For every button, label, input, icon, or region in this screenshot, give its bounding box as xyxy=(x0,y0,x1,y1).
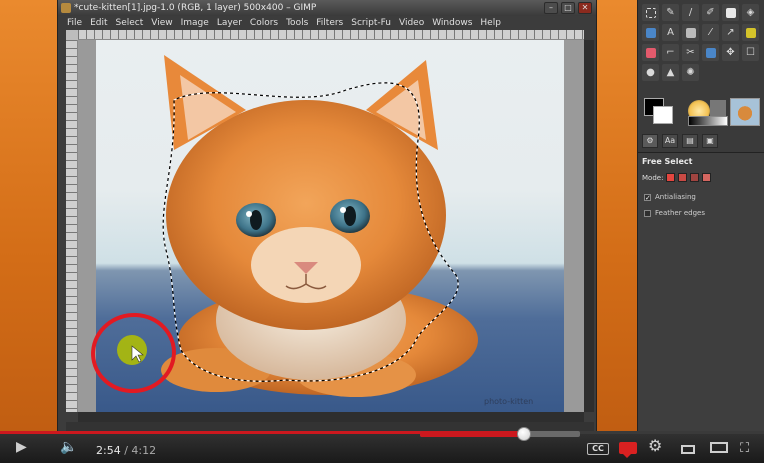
horizontal-ruler[interactable] xyxy=(78,30,584,40)
menu-filters[interactable]: Filters xyxy=(316,16,343,30)
minimize-button[interactable]: – xyxy=(544,2,558,14)
selection-mode-row: Mode: xyxy=(642,173,712,182)
path-tool-icon[interactable] xyxy=(702,44,719,61)
vertical-ruler[interactable] xyxy=(66,40,78,412)
clone-tool-icon[interactable]: ◈ xyxy=(742,4,759,21)
crop-tool-icon[interactable]: ⌐ xyxy=(662,44,679,61)
small-player-icon xyxy=(681,445,695,454)
small-player-button[interactable] xyxy=(681,442,695,458)
text-tool-icon[interactable]: A xyxy=(662,24,679,41)
large-player-icon xyxy=(710,442,728,453)
text-tab-icon[interactable]: Aa xyxy=(662,134,678,148)
feather-edges-option[interactable]: Feather edges xyxy=(644,209,705,217)
captions-button[interactable]: CC xyxy=(587,443,609,455)
window-titlebar[interactable]: *cute-kitten[1].jpg-1.0 (RGB, 1 layer) 5… xyxy=(58,0,596,16)
duration: 4:12 xyxy=(131,444,157,457)
tools-grid: ✎ / ✐ ◈ A ⁄ ↗ ⌐ ✂ ✥ ☐ ● ▲ ✺ xyxy=(642,4,759,81)
mode-label: Mode: xyxy=(642,173,664,182)
menu-layer[interactable]: Layer xyxy=(217,16,242,30)
menu-help[interactable]: Help xyxy=(480,16,501,30)
video-frame[interactable]: *cute-kitten[1].jpg-1.0 (RGB, 1 layer) 5… xyxy=(0,0,764,431)
close-button[interactable]: ✕ xyxy=(578,2,592,14)
mode-intersect-icon[interactable] xyxy=(702,173,712,182)
status-bar xyxy=(66,422,594,431)
time-display: 2:54 / 4:12 xyxy=(96,444,156,457)
background-color-swatch[interactable] xyxy=(653,106,673,124)
vertical-scrollbar[interactable] xyxy=(584,40,594,412)
gimp-toolbox: ✎ / ✐ ◈ A ⁄ ↗ ⌐ ✂ ✥ ☐ ● ▲ ✺ ⚙ Aa ▤ ▣ Fre… xyxy=(637,0,764,431)
fullscreen-icon: ⛶ xyxy=(740,441,750,456)
tool-options-panel: Free Select Mode: ✓ Antialiasing Feather… xyxy=(638,152,764,431)
blend-tool-icon[interactable]: ▲ xyxy=(662,64,679,81)
menu-colors[interactable]: Colors xyxy=(250,16,278,30)
fullscreen-button[interactable]: ⛶ xyxy=(740,440,749,457)
smudge-tool-icon[interactable]: ↗ xyxy=(722,24,739,41)
rect-select-tool-icon[interactable] xyxy=(642,4,659,21)
active-image-thumbnail[interactable] xyxy=(730,98,760,126)
maximize-button[interactable]: □ xyxy=(561,2,575,14)
dock-tabs: ⚙ Aa ▤ ▣ xyxy=(642,134,718,148)
feather-edges-label: Feather edges xyxy=(655,209,705,217)
antialiasing-option[interactable]: ✓ Antialiasing xyxy=(644,193,696,201)
mode-subtract-icon[interactable] xyxy=(690,173,700,182)
menu-file[interactable]: File xyxy=(67,16,82,30)
menu-tools[interactable]: Tools xyxy=(286,16,308,30)
seek-slider[interactable] xyxy=(420,427,580,443)
volume-button[interactable]: 🔈 xyxy=(60,439,77,455)
document-tab-icon[interactable]: ▤ xyxy=(682,134,698,148)
mode-add-icon[interactable] xyxy=(678,173,688,182)
dodge-tool-icon[interactable]: ✺ xyxy=(682,64,699,81)
seek-thumb[interactable] xyxy=(517,427,531,441)
menu-script-fu[interactable]: Script-Fu xyxy=(351,16,391,30)
volume-icon: 🔈 xyxy=(60,439,78,455)
annotations-icon[interactable] xyxy=(619,442,637,458)
pencil-tool-icon[interactable]: ✎ xyxy=(662,4,679,21)
fuzzy-select-tool-icon[interactable] xyxy=(642,44,659,61)
play-button[interactable]: ▶ xyxy=(16,439,27,455)
menu-view[interactable]: View xyxy=(151,16,172,30)
scale-tool-icon[interactable] xyxy=(642,24,659,41)
menu-bar: File Edit Select View Image Layer Colors… xyxy=(58,16,596,30)
menu-video[interactable]: Video xyxy=(399,16,424,30)
gimp-app-icon xyxy=(61,3,71,13)
color-picker-tool-icon[interactable] xyxy=(682,24,699,41)
menu-image[interactable]: Image xyxy=(181,16,209,30)
antialiasing-checkbox[interactable]: ✓ xyxy=(644,193,651,201)
tool-options-title: Free Select xyxy=(642,157,693,166)
window-title: *cute-kitten[1].jpg-1.0 (RGB, 1 layer) 5… xyxy=(74,3,317,13)
paint-tool-icon[interactable]: / xyxy=(682,4,699,21)
color-swatches xyxy=(644,98,684,128)
airbrush-tool-icon[interactable]: ✐ xyxy=(702,4,719,21)
gear-icon: ⚙ xyxy=(648,436,663,455)
current-time: 2:54 xyxy=(96,444,121,457)
heal-tool-icon[interactable] xyxy=(742,24,759,41)
pattern-preview[interactable] xyxy=(710,100,726,116)
large-player-button[interactable] xyxy=(710,441,728,457)
seek-fill xyxy=(420,431,524,437)
bucket-fill-tool-icon[interactable]: ● xyxy=(642,64,659,81)
tool-options-tab-icon[interactable]: ⚙ xyxy=(642,134,658,148)
image-watermark: photo-kitten xyxy=(484,397,533,406)
cage-tool-icon[interactable]: ☐ xyxy=(742,44,759,61)
menu-edit[interactable]: Edit xyxy=(90,16,107,30)
progress-track[interactable] xyxy=(0,431,764,434)
move-tool-icon[interactable]: ✥ xyxy=(722,44,739,61)
player-control-bar: ▶ 🔈 2:54 / 4:12 ⚙ ⛶ xyxy=(0,431,764,463)
gradient-preview[interactable] xyxy=(688,116,728,126)
mode-replace-icon[interactable] xyxy=(666,173,676,182)
time-separator: / xyxy=(120,444,132,457)
play-icon: ▶ xyxy=(16,439,27,455)
antialiasing-label: Antialiasing xyxy=(655,193,696,201)
horizontal-scrollbar[interactable] xyxy=(78,412,584,422)
feather-edges-checkbox[interactable] xyxy=(644,209,651,217)
menu-select[interactable]: Select xyxy=(116,16,144,30)
brush-tool-icon[interactable]: ⁄ xyxy=(702,24,719,41)
ruler-corner[interactable] xyxy=(66,30,78,40)
measure-tool-icon[interactable]: ✂ xyxy=(682,44,699,61)
eraser-tool-icon[interactable] xyxy=(722,4,739,21)
image-tab-icon[interactable]: ▣ xyxy=(702,134,718,148)
settings-button[interactable]: ⚙ xyxy=(648,438,662,454)
menu-windows[interactable]: Windows xyxy=(432,16,472,30)
